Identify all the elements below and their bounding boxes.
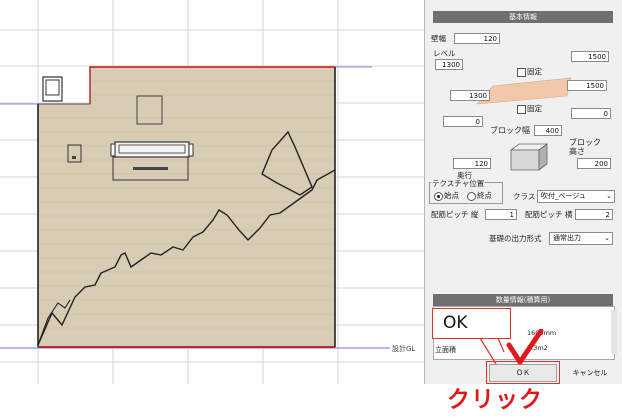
block-width-label: ブロック幅 xyxy=(490,126,530,135)
radio-start-label: 始点 xyxy=(444,191,459,200)
foundation-select[interactable]: 通常出力 ⌄ xyxy=(549,232,613,245)
click-label: クリック xyxy=(447,387,543,413)
level-label: レベル xyxy=(433,49,456,58)
mid-left-input[interactable]: 1300 xyxy=(450,90,490,101)
pitch-vertical-label: 配筋ピッチ 縦 xyxy=(431,210,479,219)
level-right-input[interactable]: 1500 xyxy=(571,51,609,62)
wall-width-label: 壁幅 xyxy=(431,34,446,43)
qty-row-label: 立面積 xyxy=(435,346,456,354)
block-width-input[interactable]: 400 xyxy=(534,125,562,136)
pitch-horizontal-label: 配筋ピッチ 横 xyxy=(525,210,573,219)
zero-left-input[interactable]: 0 xyxy=(443,116,483,127)
drawing-canvas[interactable]: 設計GL xyxy=(0,0,424,384)
radio-start[interactable] xyxy=(434,192,443,201)
block-wall[interactable] xyxy=(37,66,336,348)
level-left-input[interactable]: 1300 xyxy=(435,59,463,70)
foundation-label: 基礎の出力形式 xyxy=(489,234,542,243)
quantity-scrollbar[interactable] xyxy=(611,310,617,354)
block-height-label: ブロック 高さ xyxy=(569,138,601,156)
radio-end[interactable] xyxy=(467,192,476,201)
gl-label: 設計GL xyxy=(392,344,415,353)
foundation-value: 通常出力 xyxy=(553,234,581,242)
post-slot xyxy=(72,156,76,159)
fixed-checkbox-bottom[interactable] xyxy=(517,105,526,114)
class-select[interactable]: 吹付_ベージュ ⌄ xyxy=(537,190,615,203)
mid-right-input[interactable]: 1500 xyxy=(567,80,607,91)
radio-end-label: 終点 xyxy=(477,191,492,200)
fixed-label-bottom: 固定 xyxy=(527,104,542,113)
block-height-input[interactable]: 200 xyxy=(577,158,611,169)
ok-callout-text: OK xyxy=(443,313,468,333)
quantity-header: 数量情報(積算用) xyxy=(433,294,613,306)
depth-input[interactable]: 120 xyxy=(453,158,491,169)
block-3d-icon xyxy=(509,143,549,171)
pitch-horizontal-input[interactable]: 2 xyxy=(575,209,613,220)
block-preview xyxy=(476,77,572,105)
class-label: クラス xyxy=(513,192,536,201)
class-value: 吹付_ベージュ xyxy=(541,192,586,200)
chevron-down-icon: ⌄ xyxy=(606,192,612,200)
cancel-button[interactable]: キャンセル xyxy=(563,364,617,382)
texture-label: テクスチャ位置 xyxy=(431,179,486,189)
chevron-down-icon: ⌄ xyxy=(604,234,610,242)
gate-post-left xyxy=(110,143,116,157)
gate-post-right xyxy=(188,143,194,157)
check-mark-icon xyxy=(506,329,544,365)
gate-beam xyxy=(114,141,190,158)
gate-slot xyxy=(133,167,168,170)
zero-right-input[interactable]: 0 xyxy=(571,108,611,119)
wall-width-input[interactable]: 120 xyxy=(454,33,500,44)
basic-info-header: 基本情報 xyxy=(433,11,613,23)
pitch-vertical-input[interactable]: 1 xyxy=(485,209,517,220)
